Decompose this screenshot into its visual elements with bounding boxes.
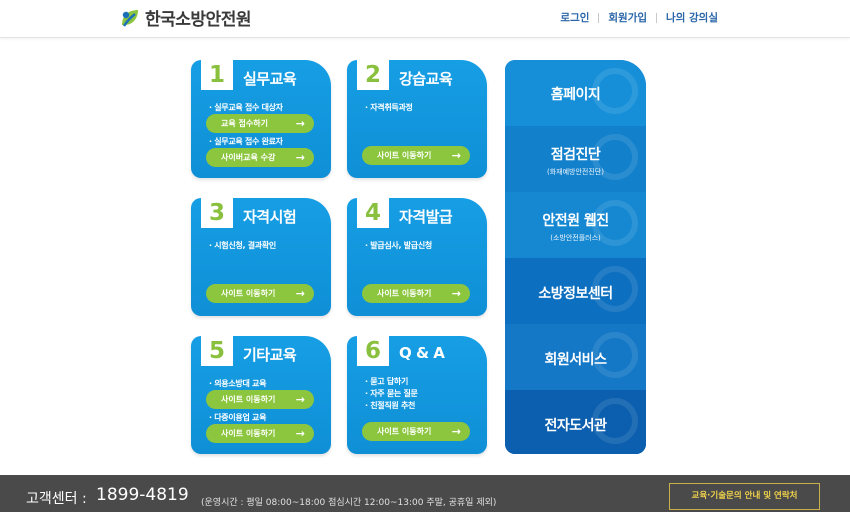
- tile-title: 강습교육: [399, 70, 453, 88]
- tile-qna: 6 Q & A · 묻고 답하기 · 자주 묻는 질문 · 친절직원 추천 사이…: [347, 336, 487, 454]
- tile-bullet: · 발급심사, 발급신청: [365, 241, 432, 250]
- tile-bullet: · 다중이용업 교육: [209, 413, 267, 422]
- go-to-site-button[interactable]: 사이트 이동하기 →: [362, 284, 470, 303]
- right-menu-homepage[interactable]: 홈페이지: [505, 60, 646, 126]
- arrow-right-icon: →: [451, 149, 461, 162]
- arrow-right-icon: →: [295, 117, 305, 130]
- tile-bullet: · 자주 묻는 질문: [365, 389, 418, 398]
- signup-link[interactable]: 회원가입: [608, 10, 647, 25]
- tile-qualification-exam: 3 자격시험 · 시험신청, 결과확인 사이트 이동하기 →: [191, 198, 331, 316]
- tile-bullet: · 의용소방대 교육: [209, 379, 267, 388]
- contact-info-button[interactable]: 교육·기술문의 안내 및 연락처: [669, 483, 820, 510]
- lock-icon: [592, 332, 638, 378]
- library-icon: [592, 398, 638, 444]
- site-logo[interactable]: 한국소방안전원: [119, 5, 251, 30]
- arrow-right-icon: →: [451, 287, 461, 300]
- logo-leaf-icon: [119, 7, 141, 29]
- go-to-site-button[interactable]: 사이트 이동하기 →: [362, 422, 470, 441]
- info-icon: [592, 266, 638, 312]
- nav-divider: [598, 12, 600, 23]
- right-menu-e-library[interactable]: 전자도서관: [505, 390, 646, 454]
- tile-other-education: 5 기타교육 · 의용소방대 교육 사이트 이동하기 → · 다중이용업 교육 사…: [191, 336, 331, 454]
- tile-number: 1: [201, 60, 233, 90]
- tile-bullet: · 실무교육 접수 완료자: [209, 137, 283, 146]
- tile-training-course: 2 강습교육 · 자격취득과정 사이트 이동하기 →: [347, 60, 487, 178]
- tile-bullet: · 친절직원 추천: [365, 401, 416, 410]
- right-menu-webzine[interactable]: 안전원 웹진 (소방안전플러스): [505, 192, 646, 258]
- go-to-site-button[interactable]: 사이트 이동하기 →: [206, 424, 314, 443]
- arrow-right-icon: →: [295, 287, 305, 300]
- apply-education-button[interactable]: 교육 접수하기 →: [206, 114, 314, 133]
- tile-practical-education: 1 실무교육 · 실무교육 접수 대상자 교육 접수하기 → · 실무교육 접수 …: [191, 60, 331, 178]
- tile-bullet: · 묻고 답하기: [365, 377, 409, 386]
- logo-text: 한국소방안전원: [145, 10, 251, 30]
- tile-title: 자격발급: [399, 208, 453, 226]
- operating-hours: (운영시간 : 평일 08:00~18:00 점심시간 12:00~13:00 …: [201, 498, 497, 508]
- tile-title: Q & A: [399, 344, 445, 362]
- tile-title: 실무교육: [243, 70, 297, 88]
- tile-number: 4: [357, 198, 389, 228]
- go-to-site-button[interactable]: 사이트 이동하기 →: [206, 284, 314, 303]
- tile-title: 기타교육: [243, 346, 297, 364]
- tile-title: 자격시험: [243, 208, 297, 226]
- tile-number: 5: [201, 336, 233, 366]
- tile-number: 6: [357, 336, 389, 366]
- tile-number: 2: [357, 60, 389, 90]
- right-menu: 홈페이지 점검진단 (화재예방안전진단) 안전원 웹진 (소방안전플러스) 소방…: [505, 60, 646, 454]
- cyber-education-button[interactable]: 사이버교육 수강 →: [206, 148, 314, 167]
- arrow-right-icon: →: [451, 425, 461, 438]
- arrow-right-icon: →: [295, 151, 305, 164]
- arrow-right-icon: →: [295, 393, 305, 406]
- right-menu-member-service[interactable]: 회원서비스: [505, 324, 646, 390]
- go-to-site-button[interactable]: 사이트 이동하기 →: [206, 390, 314, 409]
- my-classroom-link[interactable]: 나의 강의실: [666, 10, 718, 25]
- customer-center-phone: 1899-4819: [96, 485, 189, 505]
- arrow-right-icon: →: [295, 427, 305, 440]
- tile-bullet: · 실무교육 접수 대상자: [209, 103, 283, 112]
- right-menu-fire-info-center[interactable]: 소방정보센터: [505, 258, 646, 324]
- right-menu-inspection[interactable]: 점검진단 (화재예방안전진단): [505, 126, 646, 192]
- tile-bullet: · 시험신청, 결과확인: [209, 241, 276, 250]
- go-to-site-button[interactable]: 사이트 이동하기 →: [362, 146, 470, 165]
- tile-qualification-issue: 4 자격발급 · 발급심사, 발급신청 사이트 이동하기 →: [347, 198, 487, 316]
- login-link[interactable]: 로그인: [560, 10, 589, 25]
- tile-bullet: · 자격취득과정: [365, 103, 413, 112]
- shield-icon: [592, 68, 638, 114]
- customer-center-label: 고객센터 :: [26, 491, 87, 507]
- tile-number: 3: [201, 198, 233, 228]
- nav-divider: [656, 12, 658, 23]
- site-header: 한국소방안전원 로그인 회원가입 나의 강의실: [0, 0, 850, 38]
- top-nav: 로그인 회원가입 나의 강의실: [560, 10, 718, 25]
